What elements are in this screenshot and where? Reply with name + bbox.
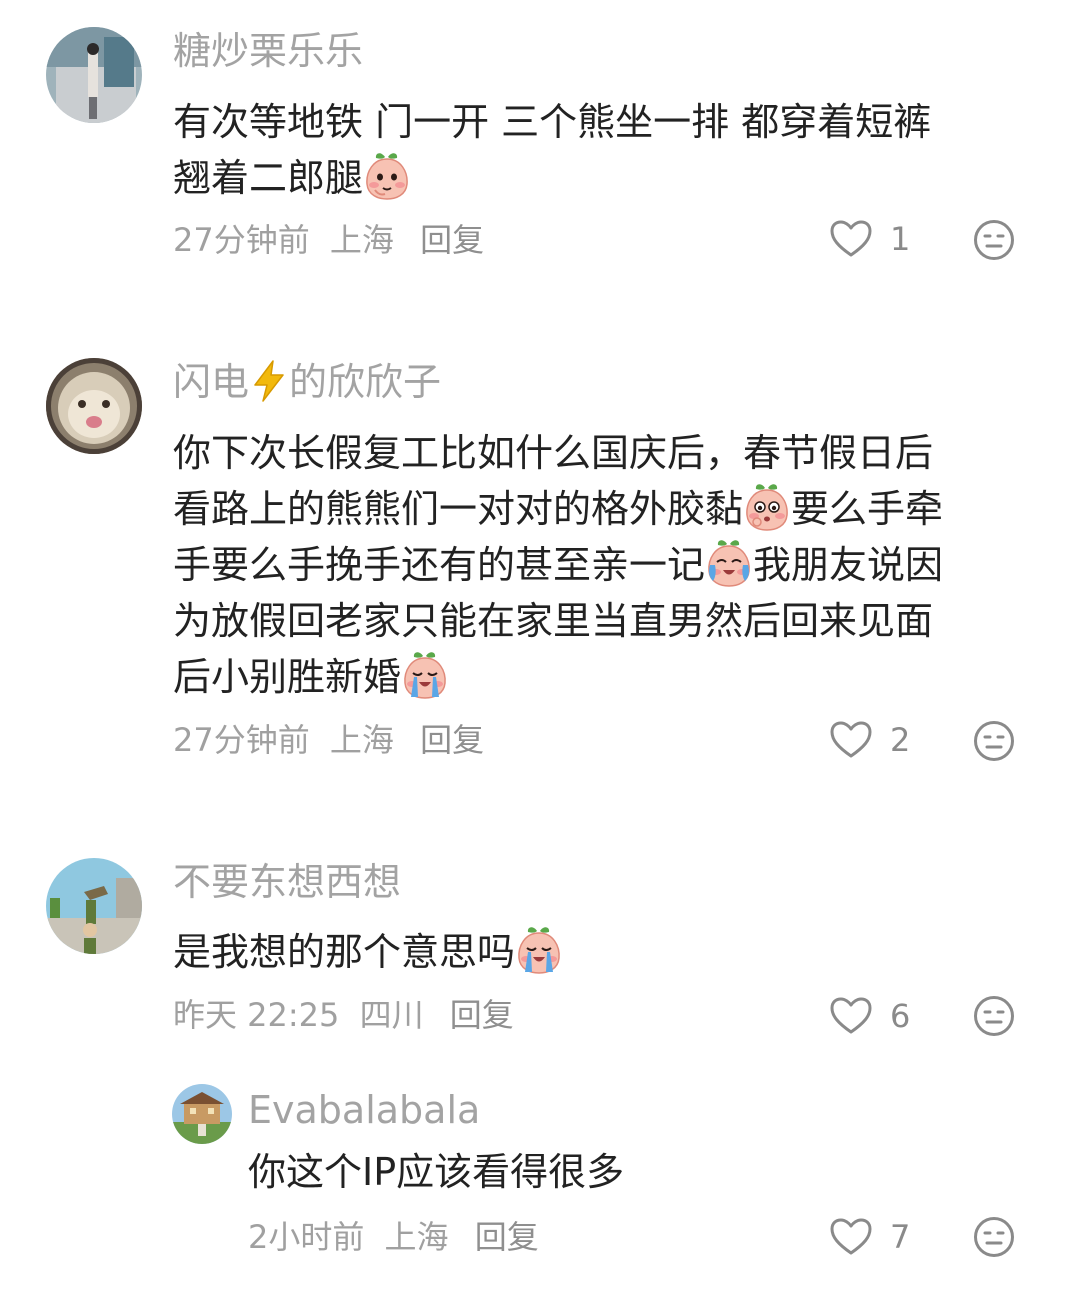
comment-text-segment: 是我想的那个意思吗 — [173, 930, 516, 974]
comment-text-segment: 看路上的熊熊们一对对的格外胶黏 — [173, 487, 744, 531]
comment-time: 27分钟前 — [173, 721, 310, 759]
comment-meta: 27分钟前 上海 回复 — [173, 220, 484, 260]
meh-face-icon — [974, 996, 1014, 1036]
comment-text: 是我想的那个意思吗 — [173, 924, 1033, 980]
peach-face-emoji-icon — [705, 537, 753, 587]
comment-location: 上海 — [329, 721, 394, 759]
dislike-button[interactable] — [973, 219, 1015, 265]
reply-button[interactable]: 回复 — [420, 721, 484, 759]
like-button[interactable]: 7 — [830, 1217, 910, 1257]
avatar[interactable] — [46, 27, 142, 123]
heart-outline-icon — [830, 997, 872, 1034]
comment-time: 昨天 22:25 — [173, 996, 340, 1034]
comment-text-line: 你下次长假复工比如什么国庆后，春节假日后 — [173, 431, 934, 475]
like-count: 2 — [890, 721, 911, 759]
comment-location: 上海 — [384, 1218, 449, 1256]
like-button[interactable]: 2 — [830, 720, 910, 760]
comment-text-segment: 翘着二郎腿 — [173, 156, 364, 200]
username-part: 闪电 — [173, 360, 250, 404]
heart-outline-icon — [830, 220, 872, 257]
peach-face-emoji-icon — [363, 150, 411, 200]
comment-text-segment: 手要么手挽手还有的甚至亲一记 — [173, 543, 706, 587]
dislike-button[interactable] — [973, 720, 1015, 766]
comment-text-segment: 后小别胜新婚 — [173, 655, 402, 699]
peach-face-emoji-icon — [743, 481, 791, 531]
comment-meta: 2小时前 上海 回复 — [248, 1217, 539, 1257]
comment-meta: 27分钟前 上海 回复 — [173, 720, 484, 760]
comment-location: 上海 — [329, 221, 394, 259]
dislike-button[interactable] — [973, 1216, 1015, 1262]
comment-text-line: 是我想的那个意思吗 — [173, 924, 1033, 980]
comment-text: 你下次长假复工比如什么国庆后，春节假日后 看路上的熊熊们一对对的格外胶黏 要么手牵… — [173, 425, 1053, 705]
like-count: 1 — [890, 220, 911, 258]
comment-location: 四川 — [359, 996, 424, 1034]
avatar[interactable] — [172, 1084, 232, 1144]
lightning-icon — [254, 360, 284, 402]
comment-text: 你这个IP应该看得很多 — [248, 1150, 625, 1194]
comment-text: 有次等地铁 门一开 三个熊坐一排 都穿着短裤 翘着二郎腿 — [173, 94, 1033, 206]
username-part: 的欣欣子 — [289, 360, 442, 404]
comment-text-segment: 要么手牵 — [791, 487, 944, 531]
like-count: 6 — [890, 997, 911, 1035]
avatar[interactable] — [46, 358, 142, 454]
username[interactable]: Evabalabala — [248, 1086, 480, 1134]
username[interactable]: 糖炒栗乐乐 — [173, 27, 363, 75]
peach-face-emoji-icon — [401, 649, 449, 699]
peach-face-emoji-icon — [515, 924, 563, 974]
reply-button[interactable]: 回复 — [420, 221, 484, 259]
comment-meta: 昨天 22:25 四川 回复 — [173, 995, 514, 1035]
comment-time: 2小时前 — [248, 1218, 365, 1256]
comment-text-segment: 我朋友说因 — [753, 543, 944, 587]
comment-text-line: 后小别胜新婚 — [173, 649, 1053, 705]
like-count: 7 — [890, 1218, 911, 1256]
reply-button[interactable]: 回复 — [475, 1218, 539, 1256]
meh-face-icon — [974, 220, 1014, 260]
avatar[interactable] — [46, 858, 142, 954]
comment-time: 27分钟前 — [173, 221, 310, 259]
comment-text-line: 为放假回老家只能在家里当直男然后回来见面 — [173, 599, 934, 643]
comment-text-line: 翘着二郎腿 — [173, 150, 1033, 206]
heart-outline-icon — [830, 721, 872, 758]
meh-face-icon — [974, 1217, 1014, 1257]
dislike-button[interactable] — [973, 995, 1015, 1041]
like-button[interactable]: 6 — [830, 996, 910, 1036]
comment-text-line: 有次等地铁 门一开 三个熊坐一排 都穿着短裤 — [173, 100, 932, 144]
meh-face-icon — [974, 721, 1014, 761]
username[interactable]: 不要东想西想 — [173, 858, 401, 906]
comment-text-line: 手要么手挽手还有的甚至亲一记 我朋友说因 — [173, 537, 1053, 593]
like-button[interactable]: 1 — [830, 219, 910, 259]
comment-text-line: 看路上的熊熊们一对对的格外胶黏 要么手牵 — [173, 481, 1053, 537]
username[interactable]: 闪电 的欣欣子 — [173, 358, 441, 406]
heart-outline-icon — [830, 1218, 872, 1255]
reply-button[interactable]: 回复 — [450, 996, 514, 1034]
